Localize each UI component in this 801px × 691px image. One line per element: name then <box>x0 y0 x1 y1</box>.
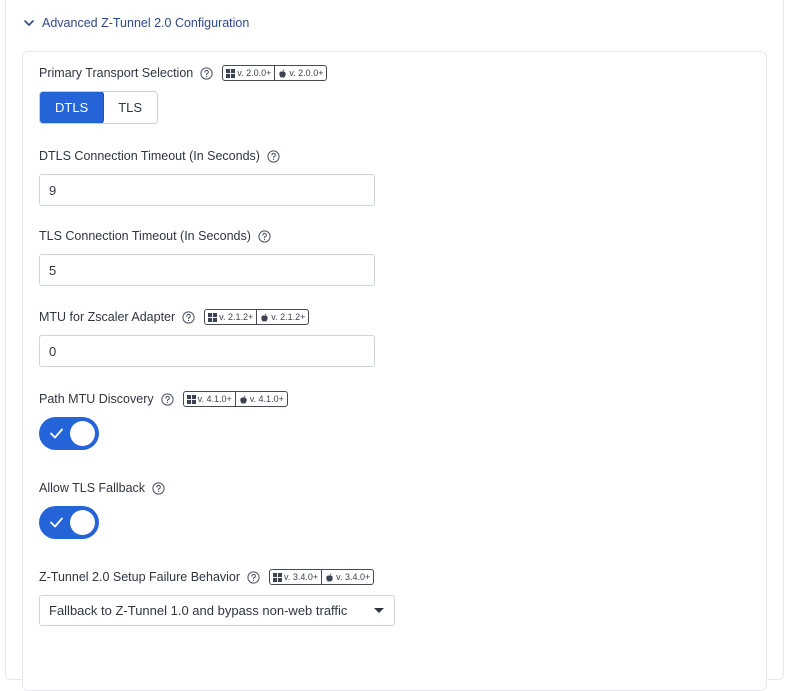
mtu-field: MTU for Zscaler Adapter v. 2.1.2+ v. 2.1… <box>39 308 375 367</box>
toggle-knob <box>70 510 95 535</box>
transport-label: Primary Transport Selection <box>39 66 194 80</box>
windows-icon <box>208 312 218 322</box>
help-icon[interactable] <box>152 481 165 495</box>
dtls-timeout-label: DTLS Connection Timeout (In Seconds) <box>39 149 260 163</box>
version-badge: v. 4.1.0+ v. 4.1.0+ <box>182 391 288 407</box>
apple-icon <box>261 312 268 322</box>
failure-behavior-value: Fallback to Z-Tunnel 1.0 and bypass non-… <box>49 603 348 618</box>
mac-version: v. 2.1.2+ <box>256 310 308 324</box>
mtu-input[interactable]: 0 <box>39 335 375 367</box>
tls-timeout-field: TLS Connection Timeout (In Seconds) 5 <box>39 227 375 286</box>
apple-icon <box>240 394 247 404</box>
mac-version-text: v. 3.4.0+ <box>336 572 371 582</box>
version-badge: v. 3.4.0+ v. 3.4.0+ <box>269 569 375 585</box>
transport-option-dtls[interactable]: DTLS <box>40 92 105 123</box>
caret-down-icon <box>374 608 384 613</box>
mac-version: v. 2.0.0+ <box>274 66 326 80</box>
toggle-knob <box>70 421 95 446</box>
mac-version-text: v. 2.0.0+ <box>289 68 324 78</box>
failure-behavior-select[interactable]: Fallback to Z-Tunnel 1.0 and bypass non-… <box>39 595 395 626</box>
failure-behavior-field: Z-Tunnel 2.0 Setup Failure Behavior v. 3… <box>39 568 395 626</box>
help-icon[interactable] <box>267 149 280 163</box>
tls-fallback-label: Allow TLS Fallback <box>39 481 146 495</box>
help-icon[interactable] <box>247 570 260 584</box>
windows-version-text: v. 3.4.0+ <box>284 572 319 582</box>
version-badge: v. 2.1.2+ v. 2.1.2+ <box>204 309 310 325</box>
windows-version: v. 2.1.2+ <box>205 310 256 324</box>
transport-option-tls[interactable]: TLS <box>103 92 158 123</box>
path-mtu-field: Path MTU Discovery v. 4.1.0+ v. 4.1.0+ <box>39 390 288 450</box>
tls-timeout-input[interactable]: 5 <box>39 254 375 286</box>
mac-version-text: v. 2.1.2+ <box>271 312 306 322</box>
mac-version: v. 3.4.0+ <box>321 570 373 584</box>
windows-version-text: v. 2.0.0+ <box>237 68 272 78</box>
check-icon <box>50 517 63 528</box>
windows-version: v. 3.4.0+ <box>270 570 321 584</box>
windows-icon <box>186 394 196 404</box>
apple-icon <box>279 68 286 78</box>
mac-version-text: v. 4.1.0+ <box>249 394 284 404</box>
windows-version: v. 4.1.0+ <box>184 392 235 406</box>
windows-version: v. 2.0.0+ <box>223 66 274 80</box>
mtu-label: MTU for Zscaler Adapter <box>39 310 176 324</box>
tls-fallback-toggle[interactable] <box>39 506 99 539</box>
dtls-timeout-input[interactable]: 9 <box>39 174 375 206</box>
tls-fallback-field: Allow TLS Fallback <box>39 479 165 539</box>
section-title: Advanced Z-Tunnel 2.0 Configuration <box>42 16 250 30</box>
windows-version-text: v. 2.1.2+ <box>219 312 254 322</box>
help-icon[interactable] <box>161 392 174 406</box>
chevron-down-icon <box>22 16 36 30</box>
windows-version-text: v. 4.1.0+ <box>197 394 232 404</box>
windows-icon <box>226 68 236 78</box>
help-icon[interactable] <box>182 310 195 324</box>
dtls-timeout-field: DTLS Connection Timeout (In Seconds) 9 <box>39 147 375 206</box>
path-mtu-toggle[interactable] <box>39 417 99 450</box>
check-icon <box>50 428 63 439</box>
mac-version: v. 4.1.0+ <box>234 392 287 406</box>
windows-icon <box>273 572 283 582</box>
tls-timeout-label: TLS Connection Timeout (In Seconds) <box>39 229 251 243</box>
help-icon[interactable] <box>200 66 213 80</box>
path-mtu-label: Path MTU Discovery <box>39 392 154 406</box>
transport-segmented-control: DTLS TLS <box>39 91 159 124</box>
apple-icon <box>326 572 333 582</box>
failure-behavior-label: Z-Tunnel 2.0 Setup Failure Behavior <box>39 570 241 584</box>
section-toggle[interactable]: Advanced Z-Tunnel 2.0 Configuration <box>22 13 249 33</box>
transport-field: Primary Transport Selection v. 2.0.0+ v.… <box>39 64 328 124</box>
help-icon[interactable] <box>258 229 271 243</box>
version-badge: v. 2.0.0+ v. 2.0.0+ <box>222 65 328 81</box>
